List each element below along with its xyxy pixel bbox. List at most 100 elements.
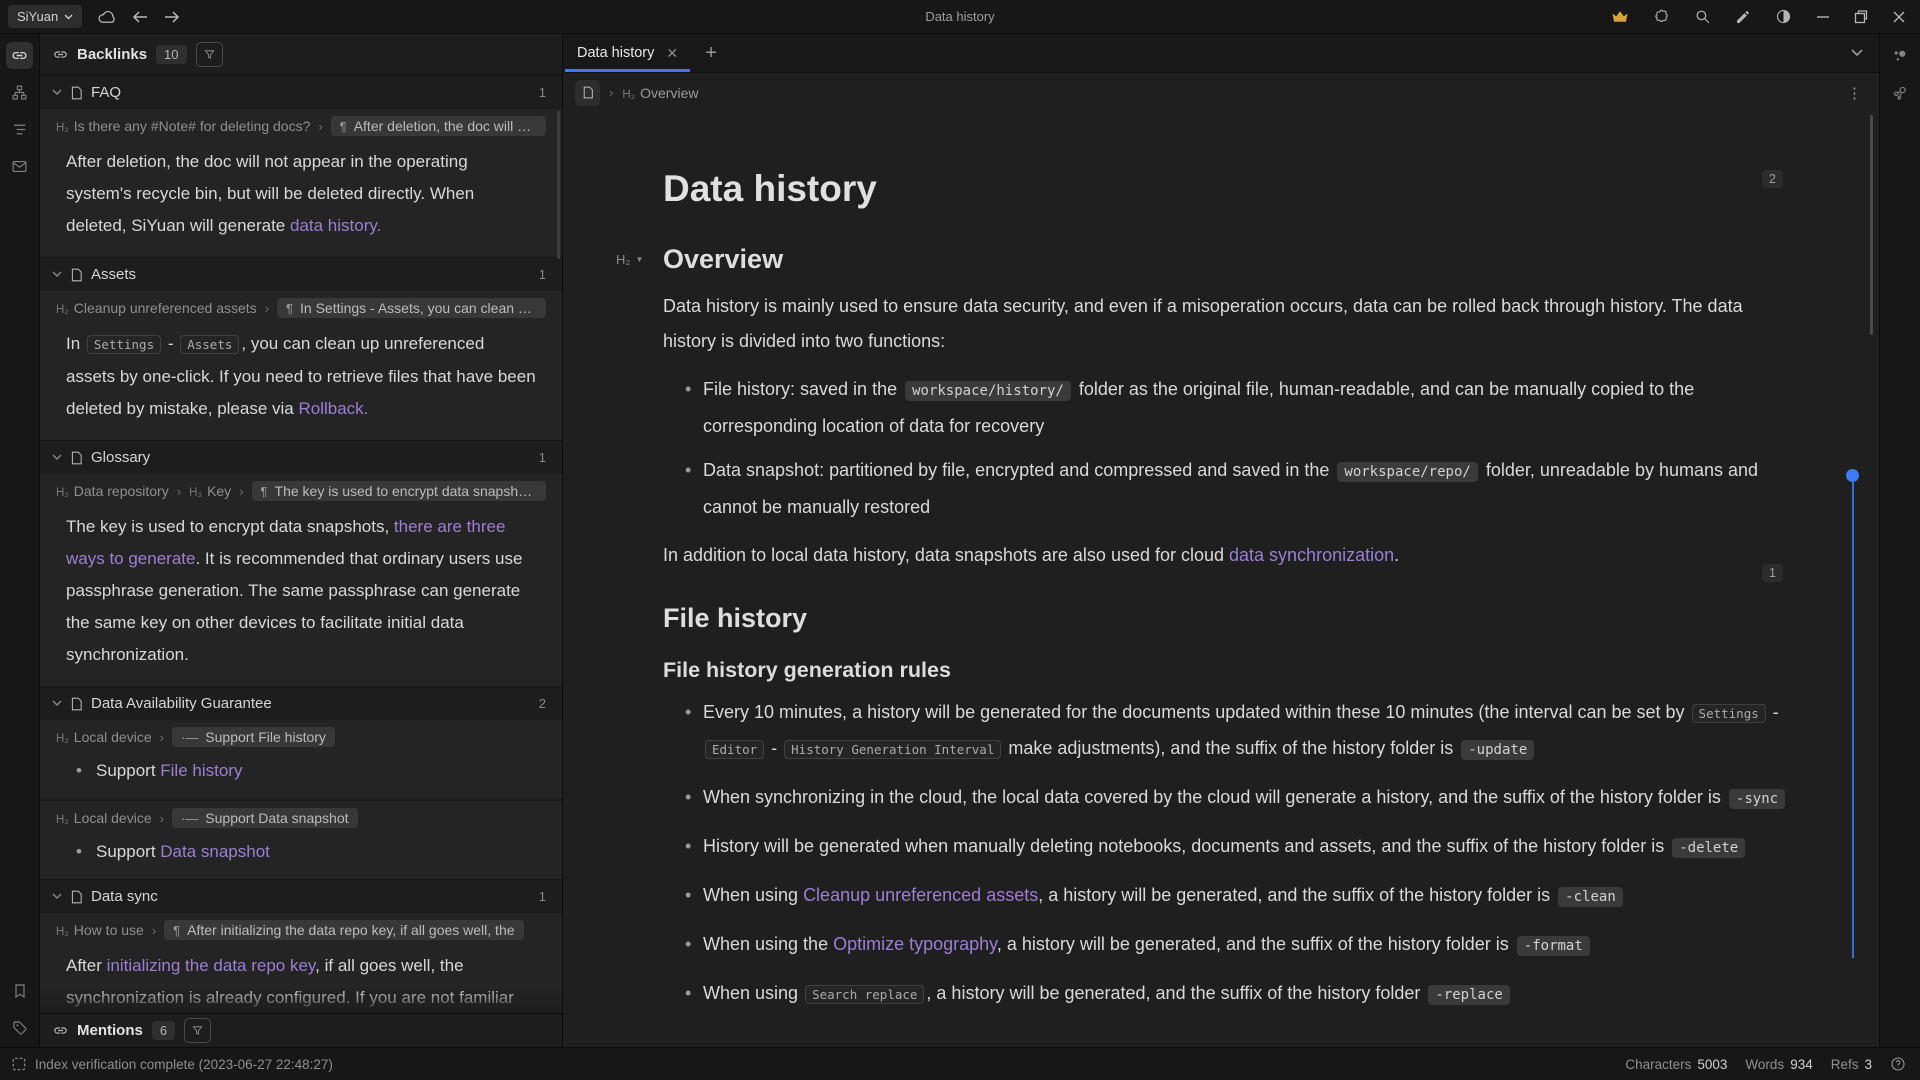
ref-link[interactable]: File history <box>160 761 242 780</box>
paragraph: In addition to local data history, data … <box>663 538 1790 573</box>
backlink-item[interactable]: H₂How to use›¶After initializing the dat… <box>40 913 562 1013</box>
breadcrumb-block-chip[interactable]: ·—Support File history <box>172 727 335 747</box>
bookmark-dock-icon[interactable] <box>6 977 33 1004</box>
heading-text: Cleanup unreferenced assets <box>74 300 257 316</box>
edit-mode-icon[interactable] <box>1735 9 1751 25</box>
backlinks-count: 10 <box>156 45 186 64</box>
breadcrumb-block-chip[interactable]: ¶The key is used to encrypt data snapsho… <box>252 481 546 501</box>
minimize-button[interactable] <box>1816 10 1830 24</box>
help-icon[interactable] <box>1890 1056 1906 1072</box>
stat-refs: Refs3 <box>1831 1057 1872 1072</box>
tab-list-chevron-icon[interactable] <box>1851 49 1863 57</box>
ref-count-badge[interactable]: 2 <box>1762 170 1783 188</box>
marketplace-icon[interactable] <box>1653 8 1670 25</box>
chevron-down-icon <box>64 14 73 20</box>
backlink-item[interactable]: H₂Is there any #Note# for deleting docs?… <box>40 109 562 257</box>
panel-scrollbar-thumb[interactable] <box>557 111 560 259</box>
rules-list: Every 10 minutes, a history will be gene… <box>663 695 1790 1013</box>
kbd-tag: History Generation Interval <box>784 740 1001 759</box>
backlink-section-header[interactable]: Assets 1 <box>40 257 562 291</box>
backlink-item[interactable]: H₂Cleanup unreferenced assets›¶In Settin… <box>40 291 562 440</box>
backlink-item[interactable]: H₂Data repository›H₃Key›¶The key is used… <box>40 474 562 686</box>
text-run: When using <box>703 885 803 905</box>
backlink-item[interactable]: H₂Local device›·—Support Data snapshot S… <box>40 801 562 879</box>
chip-text: In Settings - Assets, you can clean up u… <box>300 300 537 316</box>
tab-data-history[interactable]: Data history ✕ <box>563 34 692 72</box>
graph-view-dock-icon[interactable] <box>1887 42 1914 69</box>
backlink-excerpt: In Settings - Assets, you can clean up u… <box>40 324 562 431</box>
backlink-section-header[interactable]: Glossary 1 <box>40 440 562 474</box>
breadcrumb-block-chip[interactable]: ¶In Settings - Assets, you can clean up … <box>277 298 546 318</box>
breadcrumb-separator: › <box>160 811 164 826</box>
mentions-filter-button[interactable] <box>184 1018 211 1043</box>
editor-content[interactable]: Data history H₂ ▼ Overview Data history … <box>563 112 1879 1047</box>
text-run: When using <box>703 983 803 1003</box>
backlink-section-header[interactable]: FAQ 1 <box>40 75 562 109</box>
ref-link[interactable]: Data snapshot <box>160 842 270 861</box>
backlinks-dock-icon[interactable] <box>6 42 33 69</box>
breadcrumb-block-chip[interactable]: ¶After initializing the data repo key, i… <box>164 920 523 940</box>
breadcrumb-heading-part[interactable]: H₂Data repository <box>56 483 169 499</box>
vip-crown-icon[interactable] <box>1611 9 1629 24</box>
forward-button[interactable] <box>164 11 180 23</box>
theme-mode-icon[interactable] <box>1775 8 1792 25</box>
cloud-sync-icon[interactable] <box>98 10 116 24</box>
breadcrumb-heading-part[interactable]: H₃Key <box>189 483 231 499</box>
restore-button[interactable] <box>1854 10 1868 24</box>
breadcrumb-heading-part[interactable]: H₂Local device <box>56 810 152 826</box>
editor-scrollbar-thumb[interactable] <box>1870 115 1873 335</box>
ref-link[interactable]: Rollback. <box>298 399 368 418</box>
ref-count-badge[interactable]: 1 <box>1762 564 1783 582</box>
backlink-item[interactable]: H₂Local device›·—Support File history Su… <box>40 720 562 798</box>
document-breadcrumb: › H₂ Overview ⋮ <box>563 73 1879 112</box>
back-button[interactable] <box>132 11 148 23</box>
document-icon[interactable] <box>575 80 600 106</box>
graph-dock-icon[interactable] <box>6 79 33 106</box>
text-run: After <box>66 956 107 975</box>
breadcrumb-heading-part[interactable]: H₂Is there any #Note# for deleting docs? <box>56 118 310 134</box>
breadcrumb-block-chip[interactable]: ¶After deletion, the doc will not appear… <box>331 116 546 136</box>
tag-dock-icon[interactable] <box>6 1014 33 1041</box>
heading-level-tag: H₂ <box>616 252 630 267</box>
more-menu-icon[interactable]: ⋮ <box>1847 84 1863 102</box>
ref-link[interactable]: data synchronization <box>1229 545 1394 565</box>
collapse-triangle-icon[interactable]: ▼ <box>635 255 643 264</box>
inbox-dock-icon[interactable] <box>6 153 33 180</box>
text-run: The key is used to encrypt data snapshot… <box>66 517 394 536</box>
breadcrumb-heading-part[interactable]: H₂How to use <box>56 922 144 938</box>
tab-close-icon[interactable]: ✕ <box>666 45 678 62</box>
ref-link[interactable]: Cleanup unreferenced assets <box>803 885 1038 905</box>
document-stats: Characters5003 Words934 Refs3 <box>1625 1056 1906 1072</box>
global-graph-dock-icon[interactable] <box>1887 79 1914 106</box>
ref-link[interactable]: Optimize typography <box>833 934 997 954</box>
mentions-count: 6 <box>152 1021 175 1040</box>
heading-gutter[interactable]: H₂ ▼ <box>616 252 643 267</box>
breadcrumb-heading-part[interactable]: H₂Cleanup unreferenced assets <box>56 300 257 316</box>
mentions-panel-header[interactable]: Mentions 6 <box>40 1013 562 1047</box>
kbd-tag: Editor <box>705 740 764 759</box>
ref-link[interactable]: data history. <box>290 216 381 235</box>
toolbar: SiYuan Data history <box>0 0 1920 34</box>
search-icon[interactable] <box>1694 8 1711 25</box>
list-item: Every 10 minutes, a history will be gene… <box>685 695 1790 768</box>
breadcrumb-block-chip[interactable]: ·—Support Data snapshot <box>172 808 358 828</box>
heading-text: Data repository <box>74 483 169 499</box>
document-title: Data history <box>663 168 1790 210</box>
ref-link[interactable]: initializing the data repo key <box>107 956 316 975</box>
outline-dock-icon[interactable] <box>6 116 33 143</box>
backlinks-filter-button[interactable] <box>196 42 223 67</box>
close-button[interactable] <box>1892 10 1906 24</box>
mentions-title: Mentions <box>77 1022 143 1039</box>
new-tab-button[interactable]: + <box>692 34 730 72</box>
chevron-down-icon <box>52 89 62 96</box>
heading-overview-row: H₂ ▼ Overview <box>663 244 1790 275</box>
text-run: When synchronizing in the cloud, the loc… <box>703 787 1726 807</box>
backlink-section-header[interactable]: Data Availability Guarantee 2 <box>40 686 562 720</box>
breadcrumb-separator: › <box>177 484 181 499</box>
app-menu-button[interactable]: SiYuan <box>8 5 82 28</box>
backlink-section-header[interactable]: Data sync 1 <box>40 879 562 913</box>
breadcrumb-heading[interactable]: H₂ Overview <box>622 85 698 101</box>
breadcrumb-heading-part[interactable]: H₂Local device <box>56 729 152 745</box>
backlink-excerpt: After deletion, the doc will not appear … <box>40 142 562 248</box>
heading-level-tag: H₂ <box>622 89 635 101</box>
